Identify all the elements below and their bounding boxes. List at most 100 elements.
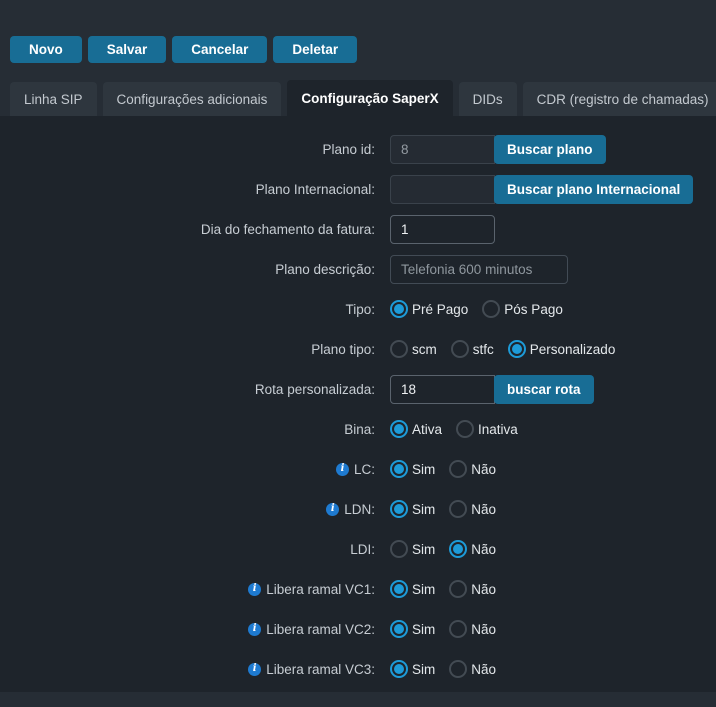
radio-bina-ativa[interactable]: Ativa <box>390 420 442 438</box>
tab-configuracoes-adicionais[interactable]: Configurações adicionais <box>103 82 282 116</box>
radio-lc-sim[interactable]: Sim <box>390 460 435 478</box>
form-row-libera-vc3: iLibera ramal VC3: Sim Não <box>0 655 716 683</box>
deletar-button[interactable]: Deletar <box>273 36 357 63</box>
libera-vc1-label: i Libera ramal VC1: <box>0 582 375 597</box>
cancelar-button[interactable]: Cancelar <box>172 36 267 63</box>
info-icon[interactable]: i <box>326 503 339 516</box>
form-row-dia-fechamento: Dia do fechamento da fatura: <box>0 215 716 243</box>
field-label-text: Dia do fechamento da fatura: <box>201 222 375 237</box>
radio-ldn-nao[interactable]: Não <box>449 500 496 518</box>
rota-personalizada-control: buscar rota <box>390 375 594 404</box>
radio-vc2-sim[interactable]: Sim <box>390 620 435 638</box>
plano-id-control: Buscar plano <box>390 135 606 164</box>
buscar-plano-internacional-button[interactable]: Buscar plano Internacional <box>494 175 693 204</box>
plano-internacional-label: Plano Internacional: <box>0 182 375 197</box>
field-label-text: LDI: <box>350 542 375 557</box>
plano-internacional-input[interactable] <box>390 175 495 204</box>
radio-vc3-nao[interactable]: Não <box>449 660 496 678</box>
form-row-plano-id: Plano id: Buscar plano <box>0 135 716 163</box>
info-icon[interactable]: i <box>336 463 349 476</box>
field-label-text: Rota personalizada: <box>255 382 375 397</box>
radio-selected-icon <box>390 500 408 518</box>
field-label-text: Plano descrição: <box>275 262 375 277</box>
lc-radio-group: Sim Não <box>390 460 496 478</box>
field-label-text: Libera ramal VC2: <box>266 622 375 637</box>
ldn-radio-group: Sim Não <box>390 500 496 518</box>
info-icon[interactable]: i <box>248 663 261 676</box>
rota-personalizada-input[interactable] <box>390 375 495 404</box>
radio-vc1-sim[interactable]: Sim <box>390 580 435 598</box>
field-label-text: Plano tipo: <box>311 342 375 357</box>
salvar-button[interactable]: Salvar <box>88 36 167 63</box>
dia-fechamento-input[interactable] <box>390 215 495 244</box>
radio-unselected-icon <box>451 340 469 358</box>
radio-unselected-icon <box>449 620 467 638</box>
ldi-label: LDI: <box>0 542 375 557</box>
ldi-radio-group: Sim Não <box>390 540 496 558</box>
form-row-lc: i LC: Sim Não <box>0 455 716 483</box>
radio-lc-nao[interactable]: Não <box>449 460 496 478</box>
form-row-plano-descricao: Plano descrição: <box>0 255 716 283</box>
radio-bina-inativa[interactable]: Inativa <box>456 420 518 438</box>
radio-vc2-nao[interactable]: Não <box>449 620 496 638</box>
field-label-text: LC: <box>354 462 375 477</box>
field-label-text: LDN: <box>344 502 375 517</box>
tab-dids[interactable]: DIDs <box>459 82 517 116</box>
tab-linha-sip[interactable]: Linha SIP <box>10 82 97 116</box>
plano-descricao-label: Plano descrição: <box>0 262 375 277</box>
libera-vc1-radio-group: Sim Não <box>390 580 496 598</box>
radio-vc3-sim[interactable]: Sim <box>390 660 435 678</box>
plano-tipo-radio-group: scm stfc Personalizado <box>390 340 615 358</box>
form-row-tipo: Tipo: Pré Pago Pós Pago <box>0 295 716 323</box>
radio-personalizado[interactable]: Personalizado <box>508 340 616 358</box>
tab-configuracao-saperx[interactable]: Configuração SaperX <box>287 80 452 116</box>
buscar-plano-button[interactable]: Buscar plano <box>494 135 606 164</box>
toolbar: Novo Salvar Cancelar Deletar <box>0 0 716 63</box>
radio-unselected-icon <box>449 460 467 478</box>
radio-selected-icon <box>390 620 408 638</box>
radio-unselected-icon <box>390 340 408 358</box>
radio-ldi-sim[interactable]: Sim <box>390 540 435 558</box>
radio-unselected-icon <box>449 660 467 678</box>
bina-label: Bina: <box>0 422 375 437</box>
radio-ldn-sim[interactable]: Sim <box>390 500 435 518</box>
radio-unselected-icon <box>456 420 474 438</box>
tab-cdr[interactable]: CDR (registro de chamadas) <box>523 82 716 116</box>
radio-ldi-nao[interactable]: Não <box>449 540 496 558</box>
info-icon[interactable]: i <box>248 623 261 636</box>
tipo-radio-group: Pré Pago Pós Pago <box>390 300 563 318</box>
dia-fechamento-control <box>390 215 495 244</box>
plano-descricao-input[interactable] <box>390 255 568 284</box>
form-row-ldi: LDI: Sim Não <box>0 535 716 563</box>
form-row-plano-internacional: Plano Internacional: Buscar plano Intern… <box>0 175 716 203</box>
info-icon[interactable]: i <box>248 583 261 596</box>
radio-pre-pago[interactable]: Pré Pago <box>390 300 468 318</box>
plano-tipo-label: Plano tipo: <box>0 342 375 357</box>
radio-vc1-nao[interactable]: Não <box>449 580 496 598</box>
plano-id-label: Plano id: <box>0 142 375 157</box>
dia-fechamento-label: Dia do fechamento da fatura: <box>0 222 375 237</box>
libera-vc2-radio-group: Sim Não <box>390 620 496 638</box>
bina-radio-group: Ativa Inativa <box>390 420 518 438</box>
radio-stfc[interactable]: stfc <box>451 340 494 358</box>
radio-pos-pago[interactable]: Pós Pago <box>482 300 563 318</box>
field-label-text: Libera ramal VC1: <box>266 582 375 597</box>
field-label-text: Plano Internacional: <box>256 182 375 197</box>
form-row-libera-vc2: i Libera ramal VC2: Sim Não <box>0 615 716 643</box>
buscar-rota-button[interactable]: buscar rota <box>494 375 594 404</box>
novo-button[interactable]: Novo <box>10 36 82 63</box>
form-row-ldn: i LDN: Sim Não <box>0 495 716 523</box>
radio-unselected-icon <box>390 540 408 558</box>
field-label-text: Bina: <box>344 422 375 437</box>
radio-selected-icon <box>449 540 467 558</box>
plano-id-input[interactable] <box>390 135 495 164</box>
form-row-plano-tipo: Plano tipo: scm stfc Personalizado <box>0 335 716 363</box>
radio-selected-icon <box>390 460 408 478</box>
form-panel: Plano id: Buscar plano Plano Internacion… <box>0 116 716 692</box>
radio-unselected-icon <box>449 580 467 598</box>
libera-vc3-radio-group: Sim Não <box>390 660 496 678</box>
radio-scm[interactable]: scm <box>390 340 437 358</box>
tab-bar: Linha SIP Configurações adicionais Confi… <box>0 80 716 116</box>
radio-unselected-icon <box>482 300 500 318</box>
radio-selected-icon <box>508 340 526 358</box>
